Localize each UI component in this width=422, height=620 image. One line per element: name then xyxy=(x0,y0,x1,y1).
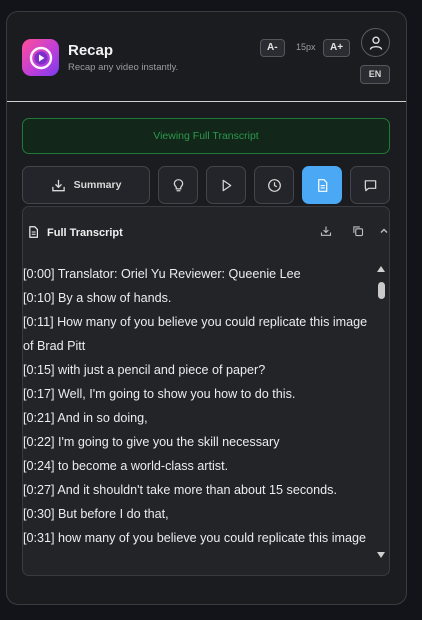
transcript-line: [0:17] Well, I'm going to show you how t… xyxy=(23,387,296,401)
user-icon xyxy=(369,35,382,50)
transcript-button[interactable] xyxy=(302,166,342,204)
chat-icon xyxy=(364,179,376,191)
timeline-button[interactable] xyxy=(254,166,294,204)
extension-panel: Recap Recap any video instantly. A- 15px… xyxy=(6,11,407,605)
transcript-title: Full Transcript xyxy=(47,227,123,239)
transcript-line: [0:30] But before I do that, xyxy=(23,507,169,521)
app-title: Recap xyxy=(68,42,114,59)
font-decrease-button[interactable]: A- xyxy=(260,39,285,57)
app-logo xyxy=(22,39,59,76)
transcript-line: [0:00] Translator: Oriel Yu Reviewer: Qu… xyxy=(23,267,301,281)
transcript-line: [0:21] And in so doing, xyxy=(23,411,148,425)
transcript-line: [0:11] How many of you believe you could… xyxy=(23,315,368,353)
lightbulb-icon xyxy=(173,178,183,191)
scroll-up-arrow[interactable] xyxy=(377,266,385,272)
font-increase-button[interactable]: A+ xyxy=(323,39,351,57)
app-subtitle: Recap any video instantly. xyxy=(68,62,179,73)
transcript-line: [0:10] By a show of hands. xyxy=(23,291,172,305)
copy-icon[interactable] xyxy=(352,225,364,237)
transcript-header: Full Transcript xyxy=(23,207,389,251)
transcript-line: [0:27] And it shouldn't take more than a… xyxy=(23,483,337,497)
insights-button[interactable] xyxy=(158,166,198,204)
scroll-down-arrow[interactable] xyxy=(377,552,385,558)
transcript-line: [0:24] to become a world-class artist. xyxy=(23,459,229,473)
chat-button[interactable] xyxy=(350,166,390,204)
summary-label: Summary xyxy=(73,179,122,191)
download-icon[interactable] xyxy=(320,225,332,237)
transcript-scrollbar[interactable] xyxy=(373,262,389,574)
status-banner: Viewing Full Transcript xyxy=(22,118,390,154)
transcript-card: Full Transcript [0:00] Translator: Oriel… xyxy=(22,206,390,576)
play-button[interactable] xyxy=(206,166,246,204)
download-tray-icon xyxy=(51,179,65,191)
language-button[interactable]: EN xyxy=(360,65,390,84)
font-size-value: 15px xyxy=(296,42,316,52)
header: Recap Recap any video instantly. A- 15px… xyxy=(7,12,406,102)
chevron-up-icon[interactable] xyxy=(379,225,389,237)
transcript-line: [0:22] I'm going to give you the skill n… xyxy=(23,435,280,449)
transcript-line: [0:15] with just a pencil and piece of p… xyxy=(23,363,266,377)
summary-button[interactable]: Summary xyxy=(22,166,150,204)
user-account-button[interactable] xyxy=(361,28,390,57)
document-icon xyxy=(29,226,39,238)
header-divider xyxy=(7,101,406,102)
transcript-list: [0:00] Translator: Oriel Yu Reviewer: Qu… xyxy=(23,262,375,574)
play-logo-icon xyxy=(29,46,52,69)
clock-icon xyxy=(267,178,281,192)
document-icon xyxy=(317,178,327,192)
transcript-line: [0:31] how many of you believe you could… xyxy=(23,531,367,545)
scrollbar-thumb[interactable] xyxy=(378,282,385,299)
play-icon xyxy=(222,179,231,191)
